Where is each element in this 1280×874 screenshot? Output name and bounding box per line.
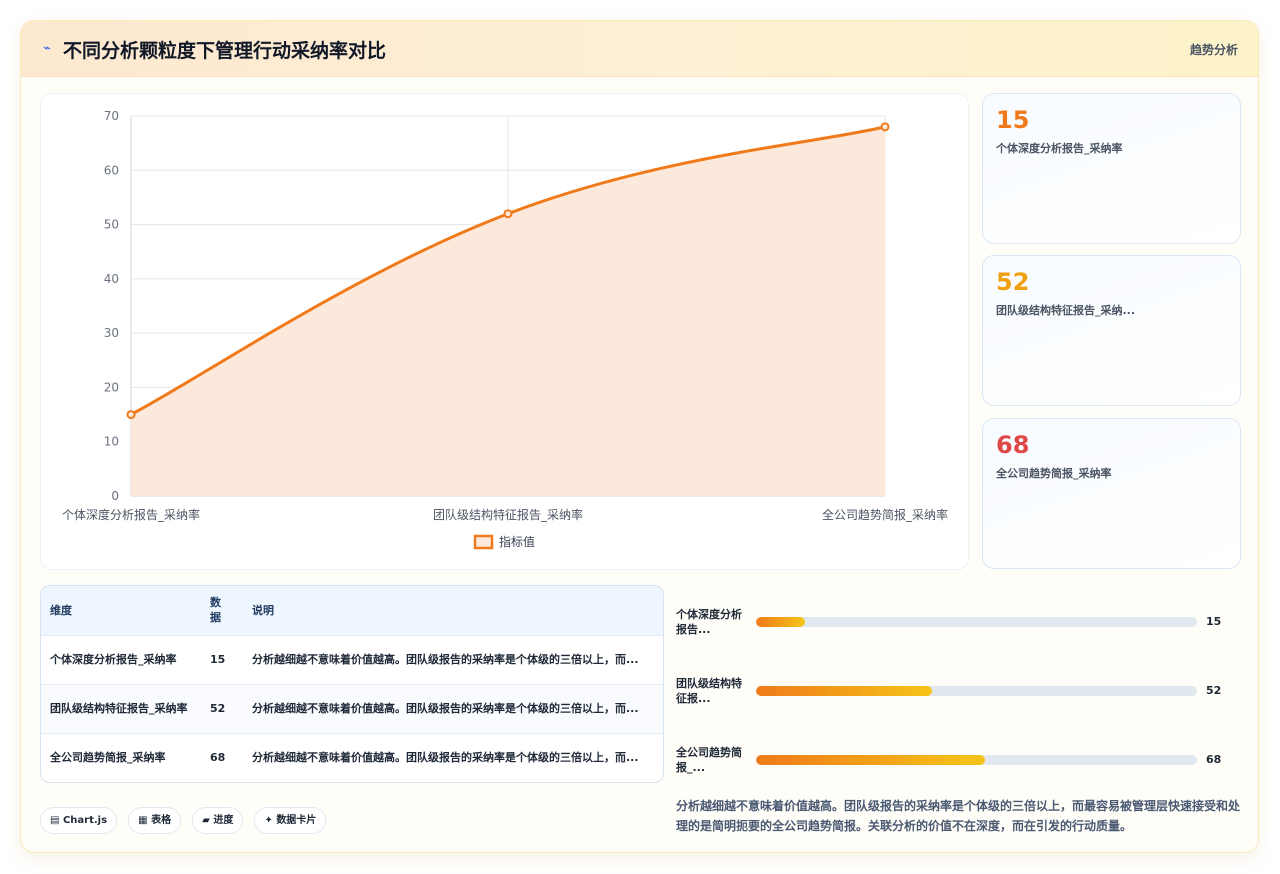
y-tick-label: 0 [111, 489, 119, 503]
kpi-label: 个体深度分析报告_采纳率 [996, 142, 1123, 155]
column-header-note: 说明 [252, 604, 274, 618]
cell-dimension: 个体深度分析报告_采纳率 [50, 653, 177, 666]
x-tick-label: 个体深度分析报告_采纳率 [62, 507, 200, 522]
progress-value: 52 [1206, 684, 1222, 697]
kpi-card-individual: 15 个体深度分析报告_采纳率 [982, 93, 1241, 244]
tech-tags: ▤ Chart.js ▦ 表格 ▰ 进度 ✦ 数据卡片 [40, 807, 332, 834]
area-chart: 0 10 20 30 40 50 60 70 个体深度分析报告_采纳率 团队级结构特征报告_采纳率… [62, 109, 948, 550]
legend-label: 指标值 [499, 534, 535, 549]
progress-list: 个体深度分析报告... 15 团队级结构特征报... 52 全公司趋势简报_..… [676, 593, 1241, 803]
trend-icon: ⌁ [43, 41, 51, 56]
page-title: 不同分析颗粒度下管理行动采纳率对比 [63, 40, 387, 62]
y-tick-label: 70 [104, 109, 119, 123]
progress-track [756, 755, 1197, 765]
table-row: 全公司趋势简报_采纳率 68 分析越细越不意味着价值越高。团队级报告的采纳率是个… [41, 733, 663, 782]
progress-value: 15 [1206, 615, 1222, 628]
kpi-label: 全公司趋势简报_采纳率 [996, 467, 1112, 480]
progress-row: 团队级结构特征报... 52 [676, 670, 1241, 710]
progress-fill [756, 755, 986, 765]
cell-value: 15 [210, 653, 226, 666]
tag-label: Chart.js [62, 815, 108, 826]
y-tick-label: 60 [104, 163, 119, 177]
cell-value: 68 [210, 751, 226, 765]
legend-swatch [473, 534, 494, 550]
dashboard-card: ⌁ 不同分析颗粒度下管理行动采纳率对比 趋势分析 0 10 20 30 40 50 60 70… [20, 20, 1259, 853]
data-point [880, 122, 890, 132]
summary-text: 分析越细越不意味着价值越高。团队级报告的采纳率是个体级的三倍以上，而最容易被管理… [676, 799, 1241, 833]
cell-note: 分析越细越不意味着价值越高。团队级报告的采纳率是个体级的三倍以上，而... [252, 751, 639, 765]
category-tag: 趋势分析 [1189, 43, 1238, 57]
cell-value: 52 [210, 702, 226, 715]
kpi-card-team: 52 团队级结构特征报告_采纳... [982, 255, 1241, 406]
progress-label: 全公司趋势简报_... [676, 746, 742, 774]
table-icon: ▦ [138, 815, 152, 826]
chart-icon: ▤ [50, 815, 63, 826]
kpi-card-company: 68 全公司趋势简报_采纳率 [982, 418, 1241, 569]
y-tick-label: 40 [104, 272, 119, 286]
card-icon: ✦ [264, 815, 277, 826]
tag-data-card[interactable]: ✦ 数据卡片 [254, 807, 327, 834]
cell-note: 分析越细越不意味着价值越高。团队级报告的采纳率是个体级的三倍以上，而... [252, 702, 639, 715]
data-table-panel: 维度 数据 说明 个体深度分析报告_采纳率 15 分析越细越不意味着价值越高。团… [40, 585, 664, 783]
tag-label: 进度 [213, 815, 234, 826]
column-header-dimension: 维度 [50, 604, 72, 618]
kpi-value: 52 [996, 268, 1030, 296]
tag-label: 数据卡片 [276, 815, 317, 826]
progress-icon: ▰ [202, 815, 214, 826]
data-table: 维度 数据 说明 个体深度分析报告_采纳率 15 分析越细越不意味着价值越高。团… [41, 586, 663, 782]
column-header-data-text: 数据 [210, 596, 221, 625]
tag-chartjs[interactable]: ▤ Chart.js [40, 807, 118, 834]
card-header: ⌁ 不同分析颗粒度下管理行动采纳率对比 趋势分析 [21, 21, 1258, 77]
progress-fill [756, 617, 805, 627]
progress-label: 个体深度分析报告... [676, 608, 742, 636]
kpi-value: 15 [996, 106, 1030, 134]
progress-track [756, 686, 1197, 696]
progress-row: 全公司趋势简报_... 68 [676, 739, 1241, 779]
table-row: 个体深度分析报告_采纳率 15 分析越细越不意味着价值越高。团队级报告的采纳率是… [41, 635, 663, 684]
kpi-label: 团队级结构特征报告_采纳... [996, 304, 1136, 317]
column-header-data: 数据 [201, 586, 243, 635]
cell-dimension: 团队级结构特征报告_采纳率 [50, 702, 188, 715]
tag-table[interactable]: ▦ 表格 [128, 807, 182, 834]
progress-label: 团队级结构特征报... [676, 677, 742, 705]
kpi-value: 68 [996, 431, 1030, 459]
cell-dimension: 全公司趋势简报_采纳率 [50, 751, 166, 765]
y-tick-label: 30 [104, 326, 119, 340]
tag-label: 表格 [151, 815, 172, 826]
table-row: 团队级结构特征报告_采纳率 52 分析越细越不意味着价值越高。团队级报告的采纳率… [41, 684, 663, 733]
progress-row: 个体深度分析报告... 15 [676, 601, 1241, 641]
y-tick-label: 20 [104, 380, 119, 394]
progress-fill [756, 686, 933, 696]
y-tick-label: 10 [104, 435, 119, 449]
progress-track [756, 617, 1197, 627]
chart-panel: 0 10 20 30 40 50 60 70 个体深度分析报告_采纳率 团队级结构特征报告_采纳率… [40, 93, 969, 570]
x-tick-label: 全公司趋势简报_采纳率 [822, 507, 948, 522]
table-header-row: 维度 数据 说明 [41, 586, 663, 635]
data-point [126, 410, 136, 420]
tag-progress[interactable]: ▰ 进度 [192, 807, 244, 834]
cell-note: 分析越细越不意味着价值越高。团队级报告的采纳率是个体级的三倍以上，而... [252, 653, 639, 666]
progress-value: 68 [1206, 753, 1222, 766]
x-tick-label: 团队级结构特征报告_采纳率 [433, 507, 583, 522]
y-tick-label: 50 [104, 218, 119, 232]
data-point [503, 209, 513, 219]
